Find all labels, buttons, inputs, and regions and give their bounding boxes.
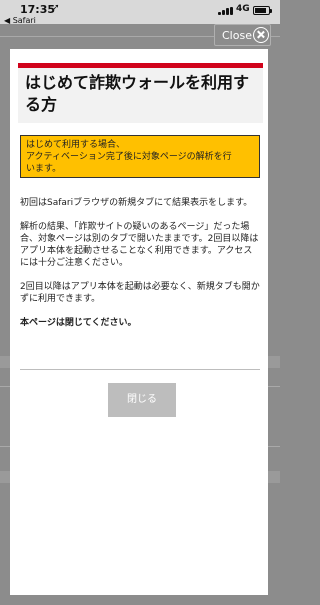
modal-title-box: はじめて詐欺ウォールを利用する方 <box>18 63 263 123</box>
back-to-safari-link[interactable]: ◀ Safari <box>4 16 36 25</box>
close-page-note: 本ページは閉じてください。 <box>20 318 137 328</box>
close-icon <box>253 27 269 43</box>
modal-body: 初回はSafariブラウザの新規タブにて結果表示をします。 解析の結果、「詐欺サ… <box>20 197 260 341</box>
modal-close-button[interactable]: Close <box>214 24 271 46</box>
status-bar: 17:35 ➚ 4G <box>0 0 280 24</box>
notice-box: はじめて利用する場合、 アクティベーション完了後に対象ページの解析を行 います。 <box>20 135 260 178</box>
divider <box>20 369 260 370</box>
close-page-button[interactable]: 閉じる <box>108 383 176 417</box>
body-paragraph: 2回目以降はアプリ本体を起動は必要なく、新規タブも開かずに利用できます。 <box>20 282 260 304</box>
battery-icon <box>253 6 272 15</box>
notice-line: はじめて利用する場合、 <box>26 140 126 150</box>
notice-line: アクティベーション完了後に対象ページの解析を行 <box>26 152 232 162</box>
status-time: 17:35 <box>20 3 56 16</box>
network-type: 4G <box>236 4 250 14</box>
close-label: Close <box>222 29 252 42</box>
signal-icon <box>218 7 236 15</box>
notice-line: います。 <box>26 164 62 174</box>
body-paragraph: 解析の結果、「詐欺サイトの疑いのあるページ」だった場合、対象ページは別のタブで開… <box>20 222 259 268</box>
location-icon: ➚ <box>52 3 60 13</box>
modal-title: はじめて詐欺ウォールを利用する方 <box>25 73 250 114</box>
body-paragraph: 初回はSafariブラウザの新規タブにて結果表示をします。 <box>20 198 253 208</box>
first-use-modal: はじめて詐欺ウォールを利用する方 はじめて利用する場合、 アクティベーション完了… <box>10 49 268 595</box>
